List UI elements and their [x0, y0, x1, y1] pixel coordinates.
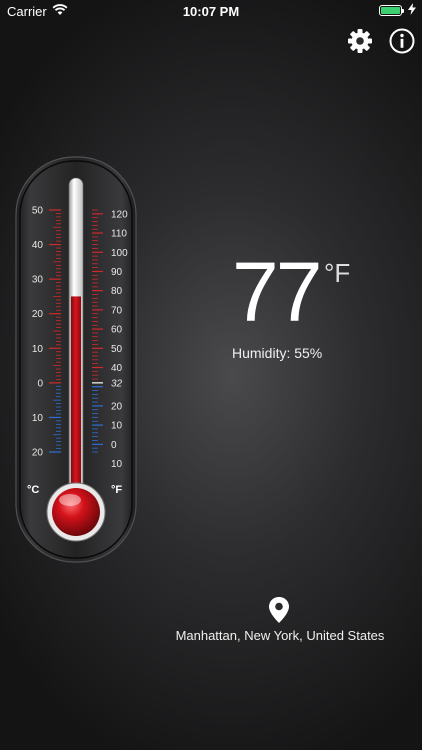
celsius-tick-label: 20: [32, 448, 44, 459]
fahrenheit-tick-label: 80: [111, 286, 123, 297]
celsius-tick-label: 30: [32, 275, 44, 286]
humidity-label: Humidity: 55%: [232, 345, 323, 361]
fahrenheit-tick-label: 40: [111, 363, 123, 374]
fahrenheit-tick-label: 50: [111, 344, 123, 355]
fahrenheit-unit-label: °F: [111, 484, 122, 496]
temperature-value: 77: [232, 245, 322, 339]
fahrenheit-tick-label: 10: [111, 459, 123, 470]
charging-bolt-icon: [408, 3, 416, 15]
celsius-tick-label: 10: [32, 344, 44, 355]
gear-icon[interactable]: [347, 28, 373, 54]
temperature-unit: °F: [324, 258, 351, 288]
fahrenheit-tick-label: 0: [111, 440, 117, 451]
thermometer: 504030201001020 120110100908070605040322…: [15, 156, 137, 563]
celsius-unit-label: °C: [27, 484, 39, 496]
location-pin-icon[interactable]: [268, 596, 290, 624]
fahrenheit-tick-label: 20: [111, 401, 123, 412]
fahrenheit-tick-label: 100: [111, 248, 128, 259]
celsius-tick-label: 40: [32, 240, 44, 251]
info-icon[interactable]: [389, 28, 415, 54]
fahrenheit-tick-label: 60: [111, 325, 123, 336]
fahrenheit-tick-label: 70: [111, 305, 123, 316]
celsius-tick-label: 10: [32, 413, 44, 424]
temperature-reading: 77 °F: [232, 245, 350, 339]
celsius-tick-label: 20: [32, 309, 44, 320]
fahrenheit-tick-label: 32: [111, 378, 123, 389]
status-bar: Carrier 10:07 PM: [0, 0, 422, 22]
celsius-tick-label: 50: [32, 206, 44, 217]
location-label[interactable]: Manhattan, New York, United States: [0, 628, 422, 643]
fahrenheit-tick-label: 10: [111, 421, 123, 432]
fahrenheit-tick-label: 90: [111, 267, 123, 278]
celsius-tick-label: 0: [37, 378, 43, 389]
status-time: 10:07 PM: [182, 4, 240, 19]
fahrenheit-tick-label: 120: [111, 209, 128, 220]
mercury-column: [71, 296, 81, 501]
fahrenheit-tick-label: 110: [111, 229, 127, 240]
battery-icon: [379, 5, 404, 16]
